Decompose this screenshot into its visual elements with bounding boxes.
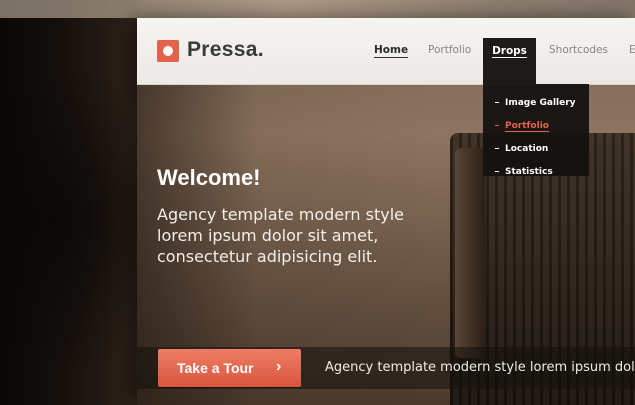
hero-line: Agency template modern style (157, 205, 405, 224)
nav-portfolio[interactable]: Portfolio (428, 44, 471, 56)
dropdown-item-label: Statistics (505, 167, 553, 177)
bullet-icon (495, 171, 499, 172)
bottom-bar-text: Agency template modern style lorem ipsum… (325, 360, 635, 375)
bullet-icon (495, 125, 499, 126)
dropdown-item-image-gallery[interactable]: Image Gallery (495, 98, 576, 108)
hero-line: lorem ipsum dolor sit amet, (157, 226, 379, 245)
dropdown-item-label: Image Gallery (505, 98, 576, 108)
logo-icon[interactable] (157, 40, 179, 62)
dropdown-item-location[interactable]: Location (495, 144, 548, 154)
site-header: Pressa. Home Portfolio Drops Shortcodes … (137, 18, 635, 85)
dropdown-item-label: Location (505, 144, 549, 154)
take-a-tour-button[interactable]: Take a Tour › (158, 349, 301, 387)
nav-shortcodes[interactable]: Shortcodes (549, 44, 608, 56)
cta-label: Take a Tour (177, 360, 254, 376)
bullet-icon (495, 102, 499, 103)
logo-text[interactable]: Pressa. (187, 38, 264, 62)
bullet-icon (495, 148, 499, 149)
nav-drops[interactable]: Drops (483, 38, 536, 84)
hero-line: consectetur adipisicing elit. (157, 247, 378, 266)
hero-description: Agency template modern style lorem ipsum… (157, 204, 417, 267)
background-strip (0, 0, 635, 18)
hero-title: Welcome! (157, 165, 261, 190)
nav-more[interactable]: E (629, 44, 635, 56)
dropdown-item-statistics[interactable]: Statistics (495, 167, 553, 177)
nav-drops-label: Drops (492, 45, 527, 58)
dropdown-item-label: Portfolio (505, 121, 549, 132)
camera-lens-detail (455, 148, 485, 358)
chevron-right-icon: › (276, 358, 282, 375)
website-preview: Pressa. Home Portfolio Drops Shortcodes … (137, 18, 635, 405)
dropdown-item-portfolio[interactable]: Portfolio (495, 121, 549, 132)
nav-home[interactable]: Home (374, 44, 409, 58)
drops-dropdown-menu: Image Gallery Portfolio Location Statist… (483, 84, 589, 177)
